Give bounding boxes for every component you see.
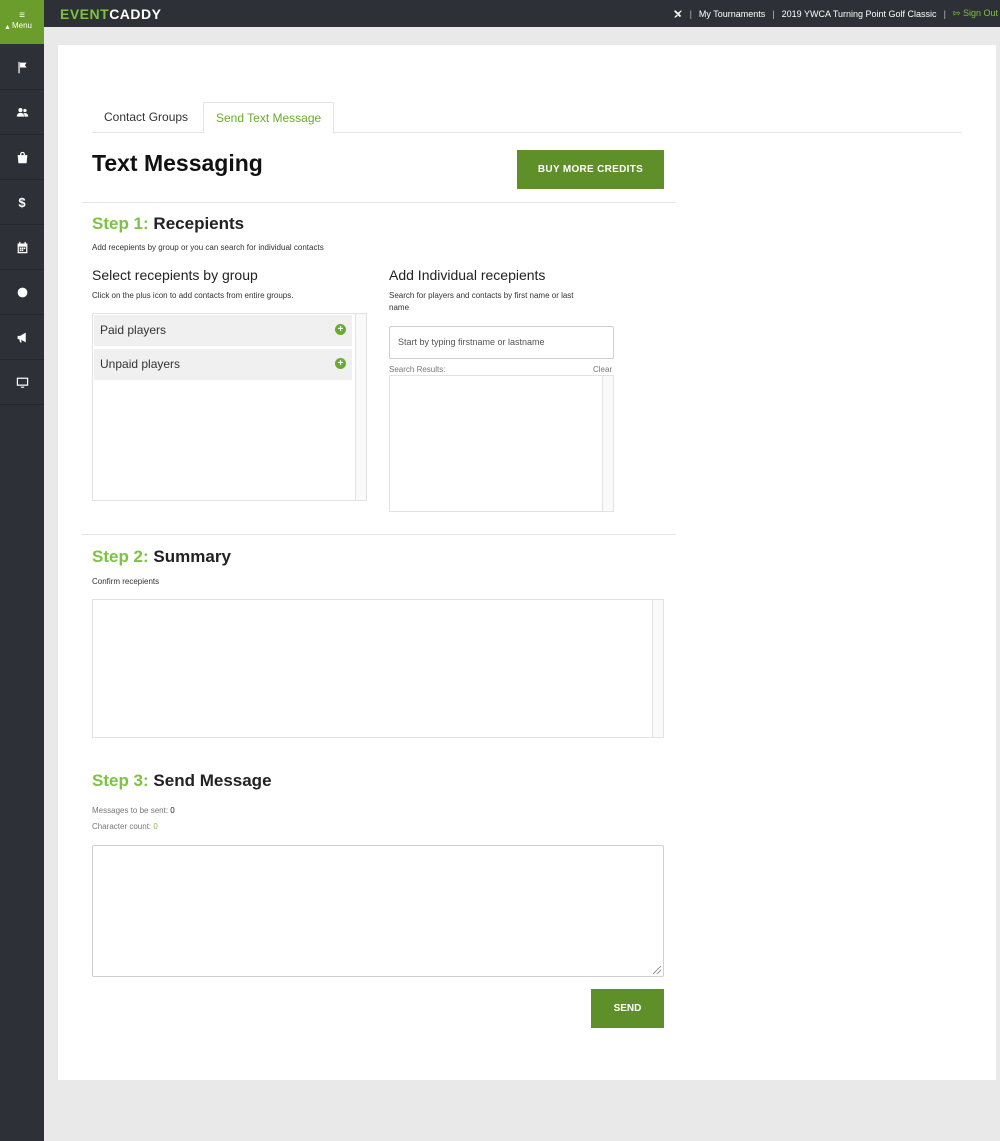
individual-description-line-1: Search for players and contacts by first… bbox=[389, 291, 574, 300]
separator: | bbox=[943, 8, 946, 19]
sidebar: ▲ ≡ Menu $ bbox=[0, 0, 44, 1141]
step-3-heading: Step 3: Send Message bbox=[92, 771, 272, 791]
search-results-scrollbar[interactable] bbox=[602, 376, 613, 511]
clear-results-link[interactable]: Clear bbox=[593, 365, 612, 374]
separator: | bbox=[772, 8, 775, 19]
logo[interactable]: EVENTCADDY bbox=[60, 6, 161, 22]
character-count: Character count: 0 bbox=[92, 822, 158, 831]
summary-scrollbar[interactable] bbox=[652, 600, 663, 737]
sidebar-item-website[interactable] bbox=[0, 360, 44, 405]
sign-out-link[interactable]: ⇰ Sign Out bbox=[953, 8, 998, 19]
message-textarea[interactable] bbox=[92, 845, 664, 977]
tools-icon[interactable] bbox=[673, 9, 683, 19]
menu-button[interactable]: ▲ ≡ Menu bbox=[0, 0, 44, 44]
step-3-number: Step 3: bbox=[92, 771, 149, 790]
flag-icon bbox=[17, 61, 27, 73]
group-row-unpaid-players: Unpaid players + bbox=[94, 349, 352, 380]
buy-more-credits-button[interactable]: BUY MORE CREDITS bbox=[517, 150, 664, 189]
sidebar-item-golf[interactable] bbox=[0, 270, 44, 315]
step-2-heading: Step 2: Summary bbox=[92, 547, 231, 567]
my-tournaments-link[interactable]: My Tournaments bbox=[699, 9, 765, 19]
sidebar-item-finance[interactable]: $ bbox=[0, 180, 44, 225]
add-group-plus-icon[interactable]: + bbox=[335, 324, 346, 335]
main-card: Contact Groups Send Text Message Text Me… bbox=[58, 45, 996, 1080]
caret-left-icon: ▲ bbox=[4, 24, 11, 31]
top-bar: EVENTCADDY | My Tournaments | 2019 YWCA … bbox=[44, 0, 1000, 27]
step-3-title: Send Message bbox=[153, 771, 272, 790]
hamburger-icon: ≡ bbox=[19, 10, 25, 21]
circle-icon bbox=[17, 287, 27, 297]
sidebar-item-players[interactable] bbox=[0, 90, 44, 135]
group-list: Paid players + Unpaid players + bbox=[92, 313, 367, 501]
users-icon bbox=[16, 107, 28, 117]
add-group-plus-icon[interactable]: + bbox=[335, 358, 346, 369]
step-1-heading: Step 1: Recepients bbox=[92, 214, 244, 234]
sign-out-label: Sign Out bbox=[962, 8, 998, 18]
tab-bar: Contact Groups Send Text Message bbox=[92, 102, 962, 134]
sidebar-item-tournament[interactable] bbox=[0, 45, 44, 90]
resize-handle-icon[interactable] bbox=[653, 966, 661, 974]
character-count-label: Character count: bbox=[92, 822, 152, 831]
sidebar-item-calendar[interactable] bbox=[0, 225, 44, 270]
send-button[interactable]: SEND bbox=[591, 989, 664, 1028]
tab-contact-groups[interactable]: Contact Groups bbox=[92, 102, 200, 133]
group-row-paid-players: Paid players + bbox=[94, 315, 352, 346]
sidebar-item-marketing[interactable] bbox=[0, 315, 44, 360]
group-list-scrollbar[interactable] bbox=[355, 314, 366, 500]
dollar-icon: $ bbox=[18, 194, 26, 210]
recipient-search-input[interactable]: Start by typing firstname or lastname bbox=[389, 326, 614, 359]
recipient-summary-box bbox=[92, 599, 664, 738]
top-nav: | My Tournaments | 2019 YWCA Turning Poi… bbox=[673, 8, 998, 19]
divider bbox=[82, 534, 676, 535]
step-1-number: Step 1: bbox=[92, 214, 149, 233]
sidebar-item-store[interactable] bbox=[0, 135, 44, 180]
monitor-icon bbox=[16, 377, 28, 388]
individual-heading: Add Individual recepients bbox=[389, 267, 546, 283]
sign-out-icon: ⇰ bbox=[952, 8, 961, 18]
search-results-list bbox=[389, 375, 614, 512]
separator: | bbox=[689, 8, 692, 19]
logo-caddy: CADDY bbox=[109, 6, 162, 22]
messages-to-send-label: Messages to be sent: bbox=[92, 806, 169, 815]
logo-event: EVENT bbox=[60, 6, 110, 22]
divider bbox=[82, 202, 676, 203]
group-label: Unpaid players bbox=[100, 357, 181, 371]
character-count-value: 0 bbox=[153, 822, 158, 831]
step-1-title: Recepients bbox=[153, 214, 245, 233]
tab-send-text-message[interactable]: Send Text Message bbox=[203, 102, 335, 134]
page-title: Text Messaging bbox=[92, 150, 263, 176]
event-link[interactable]: 2019 YWCA Turning Point Golf Classic bbox=[782, 9, 937, 19]
search-results-label: Search Results: bbox=[389, 365, 446, 374]
step-1-description: Add recepients by group or you can searc… bbox=[92, 243, 324, 252]
calendar-icon bbox=[17, 241, 27, 253]
individual-description-line-2: name bbox=[389, 303, 410, 312]
step-2-title: Summary bbox=[153, 547, 231, 566]
group-description: Click on the plus icon to add contacts f… bbox=[92, 291, 294, 300]
messages-to-send-count: 0 bbox=[170, 806, 175, 815]
bag-icon bbox=[17, 151, 27, 163]
step-2-description: Confirm recepients bbox=[92, 577, 160, 586]
group-heading: Select recepients by group bbox=[92, 267, 258, 283]
megaphone-icon bbox=[17, 332, 26, 342]
group-label: Paid players bbox=[100, 323, 167, 337]
messages-to-send: Messages to be sent: 0 bbox=[92, 806, 175, 815]
step-2-number: Step 2: bbox=[92, 547, 149, 566]
